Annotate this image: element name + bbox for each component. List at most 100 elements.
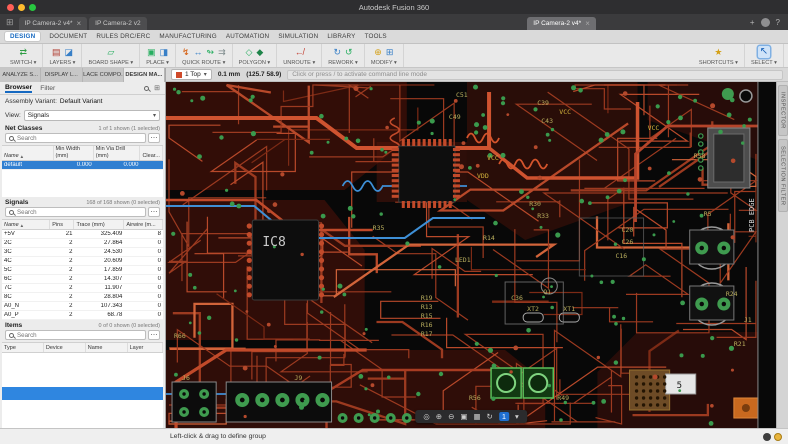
tab-browser[interactable]: Browser — [5, 84, 32, 93]
avatar[interactable] — [761, 18, 770, 27]
rail-tab-inspector[interactable]: INSPECTOR — [778, 85, 788, 136]
place-icon[interactable]: ◨ — [160, 48, 169, 57]
zoom-window-button[interactable] — [29, 4, 36, 11]
panel-tab-3[interactable]: DESIGN MA... — [124, 68, 165, 82]
table-row[interactable]: A0_P268.780 — [2, 311, 163, 320]
workspace-tab-rules-drc-erc[interactable]: RULES DRC/ERC — [96, 33, 150, 40]
quick-route-icon[interactable]: ↬ — [207, 48, 215, 57]
toolbar-group-label[interactable]: MODIFY ▾ — [371, 60, 397, 66]
toolbar-group-label[interactable]: QUICK ROUTE ▾ — [182, 60, 225, 66]
nav-icon-7[interactable]: ▾ — [515, 413, 519, 421]
tab-filter[interactable]: Filter — [40, 85, 55, 92]
table-row[interactable]: 3C224.5300 — [2, 248, 163, 257]
column-min-via-drill[interactable]: Min Via Drill (mm) — [94, 146, 141, 160]
nav-icon-3[interactable]: ▣ — [460, 413, 467, 421]
layer-selector[interactable]: 1 Top ▾ — [171, 69, 212, 80]
toolbar-group-label[interactable]: SHORTCUTS ▾ — [699, 60, 738, 66]
panel-tab-0[interactable]: ANALYZE S... — [0, 68, 41, 82]
workspace-tab-manufacturing[interactable]: MANUFACTURING — [159, 33, 217, 40]
nav-icon-0[interactable]: ◎ — [423, 413, 430, 421]
items-selection-strip[interactable] — [2, 387, 163, 400]
table-row[interactable]: 7C211.9070 — [2, 284, 163, 293]
table-row[interactable]: 5C217.8590 — [2, 266, 163, 275]
net-classes-more-button[interactable]: ⋯ — [148, 133, 160, 143]
table-row[interactable]: 2C227.8640 — [2, 239, 163, 248]
tab-close-icon[interactable]: × — [76, 20, 81, 28]
modify-icon[interactable]: ⊕ — [374, 48, 382, 57]
quick-route-icon[interactable]: ↔ — [194, 48, 203, 57]
command-line-input[interactable]: Click or press / to activate command lin… — [287, 70, 783, 80]
assembly-variant-value[interactable]: Default Variant — [60, 98, 103, 105]
document-tab[interactable]: IP Camera-2 v4*× — [527, 17, 596, 30]
app-grid-icon[interactable]: ⊞ — [6, 17, 14, 28]
table-row[interactable]: 6C214.3070 — [2, 275, 163, 284]
view-select[interactable]: Signals ▾ — [24, 110, 160, 121]
new-tab-icon[interactable]: + — [750, 19, 755, 27]
job-status-icon[interactable] — [763, 433, 771, 441]
column-device[interactable]: Device — [44, 343, 86, 352]
nav-icon-2[interactable]: ⊖ — [448, 413, 454, 421]
toolbar-group-label[interactable]: PLACE ▾ — [146, 60, 169, 66]
toolbar-group-label[interactable]: SWITCH ▾ — [10, 60, 36, 66]
shortcuts-icon[interactable]: ★ — [714, 48, 722, 57]
column-pins[interactable]: Pins — [50, 220, 74, 229]
nav-icon-1[interactable]: ⊕ — [436, 413, 442, 421]
column-min-width[interactable]: Min Width (mm) — [54, 146, 94, 160]
polygon-icon[interactable]: ◇ — [246, 48, 253, 57]
toolbar-group-label[interactable]: SELECT ▾ — [751, 60, 777, 66]
modify-icon[interactable]: ⊞ — [386, 48, 394, 57]
panel-tab-1[interactable]: DISPLAY L... — [41, 68, 82, 82]
table-row[interactable]: 8C228.8040 — [2, 293, 163, 302]
board-shape-icon[interactable]: ▱ — [107, 48, 114, 57]
minimize-window-button[interactable] — [18, 4, 25, 11]
nav-icon-6[interactable]: 1 — [499, 412, 509, 422]
toolbar-group-label[interactable]: POLYGON ▾ — [239, 60, 271, 66]
quick-route-icon[interactable]: ⇉ — [218, 48, 226, 57]
column-name[interactable]: Name — [86, 343, 128, 352]
column-name[interactable]: Name — [4, 222, 19, 228]
workspace-tab-simulation[interactable]: SIMULATION — [278, 33, 318, 40]
notification-icon[interactable] — [774, 433, 782, 441]
tab-close-icon[interactable]: × — [585, 20, 590, 28]
panel-tab-2[interactable]: PLACE COMPO... — [83, 68, 124, 82]
close-window-button[interactable] — [7, 4, 14, 11]
document-tab[interactable]: IP Camera-2 v2 — [89, 17, 146, 30]
workspace-tab-document[interactable]: DOCUMENT — [49, 33, 87, 40]
column-layer[interactable]: Layer — [128, 343, 163, 352]
workspace-tab-tools[interactable]: TOOLS — [365, 33, 387, 40]
quick-route-icon[interactable]: ↯ — [182, 48, 190, 57]
items-more-button[interactable]: ⋯ — [148, 330, 160, 340]
column-clearance[interactable]: Clear... — [140, 146, 163, 160]
select-icon[interactable]: ↖ — [758, 46, 770, 58]
nav-icon-4[interactable]: ▦ — [473, 413, 480, 421]
document-tab[interactable]: IP Camera-2 v4*× — [19, 17, 88, 30]
rail-tab-selection-filter[interactable]: SELECTION FILTER — [778, 139, 788, 212]
unroute-icon[interactable]: ↚ — [295, 48, 304, 57]
table-row[interactable]: 4C220.6090 — [2, 257, 163, 266]
place-icon[interactable]: ▣ — [147, 48, 156, 57]
switch-icon[interactable]: ⇄ — [19, 48, 27, 57]
workspace-tab-library[interactable]: LIBRARY — [327, 33, 355, 40]
signals-search-input[interactable] — [17, 209, 142, 216]
columns-icon[interactable]: ⊞ — [154, 84, 160, 92]
table-row[interactable]: A0_N2107.3430 — [2, 302, 163, 311]
workspace-tab-automation[interactable]: AUTOMATION — [226, 33, 269, 40]
layers-icon[interactable]: ▤ — [52, 48, 61, 57]
table-row[interactable]: +5V21325.4098 — [2, 230, 163, 239]
signals-more-button[interactable]: ⋯ — [148, 207, 160, 217]
toolbar-group-label[interactable]: LAYERS ▾ — [49, 60, 75, 66]
toolbar-group-label[interactable]: UNROUTE ▾ — [283, 60, 315, 66]
items-search-input[interactable] — [17, 332, 142, 339]
workspace-tab-design[interactable]: DESIGN — [5, 32, 40, 41]
column-airwire[interactable]: Airwire (m... — [124, 220, 163, 229]
rework-icon[interactable]: ↺ — [345, 48, 353, 57]
column-type[interactable]: Type — [2, 343, 44, 352]
column-name[interactable]: Name — [4, 153, 19, 159]
layers-icon[interactable]: ◪ — [64, 48, 73, 57]
toolbar-group-label[interactable]: REWORK ▾ — [328, 60, 358, 66]
help-icon[interactable]: ? — [776, 19, 780, 27]
pcb-board[interactable]: C51C49C39C43VCCVCCVCCVDDR58R30R33IC8R35R… — [166, 82, 776, 428]
toolbar-group-label[interactable]: BOARD SHAPE ▾ — [88, 60, 133, 66]
pcb-canvas[interactable]: C51C49C39C43VCCVCCVCCVDDR58R30R33IC8R35R… — [166, 82, 776, 428]
table-row[interactable]: default0.0000.000 — [2, 161, 163, 170]
